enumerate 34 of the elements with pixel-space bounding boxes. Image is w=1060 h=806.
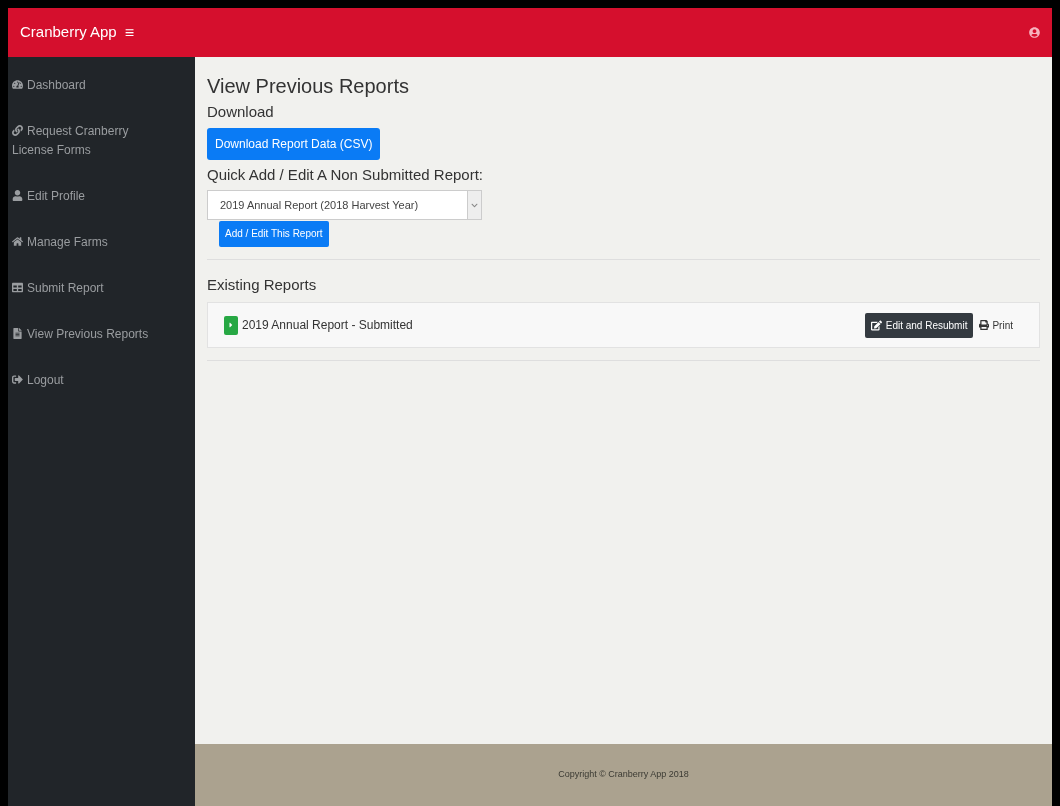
user-icon	[12, 190, 23, 201]
add-edit-button[interactable]: Add / Edit This Report	[219, 220, 329, 247]
select-value: 2019 Annual Report (2018 Harvest Year)	[220, 197, 420, 213]
sidebar-item[interactable]: Submit Report	[8, 274, 195, 303]
title: View Previous Reports	[207, 74, 410, 99]
sidebar-item[interactable]: Edit Profile	[8, 182, 195, 211]
chevron-icon	[471, 201, 478, 209]
file-icon	[12, 328, 23, 339]
brand-title[interactable]: Cranberry App	[20, 21, 117, 44]
print-link[interactable]: Print	[979, 317, 1013, 333]
quick-add-label: Quick Add / Edit A Non Submitted Report:	[207, 164, 484, 185]
edit-icon	[870, 319, 882, 331]
sidebar-item[interactable]: Request Cranberry License Forms	[8, 117, 195, 165]
user-icon[interactable]	[1029, 27, 1040, 38]
report-title: 2019 Annual Report - Submitted	[242, 317, 413, 334]
home-icon	[12, 236, 23, 247]
expand-button[interactable]	[224, 315, 238, 335]
sidebar-item[interactable]: Dashboard	[8, 71, 195, 100]
copyright-text: Copyright © Cranberry App 2018	[558, 768, 689, 782]
caret-icon	[227, 321, 235, 329]
sidebar-item[interactable]: Logout	[8, 366, 195, 395]
sidebar-item[interactable]: Manage Farms	[8, 228, 195, 257]
existing-reports-label: Existing Reports	[207, 274, 318, 295]
table-icon	[12, 282, 23, 293]
download-label: Download	[207, 102, 275, 122]
gauge-icon	[12, 79, 23, 90]
printer-icon	[979, 320, 990, 330]
edit-resubmit-button[interactable]: Edit and Resubmit	[864, 312, 974, 338]
download-button[interactable]: Download Report Data (CSV)	[207, 127, 381, 160]
sidebar-item[interactable]: View Previous Reports	[8, 320, 195, 349]
report-select[interactable]: 2019 Annual Report (2018 Harvest Year)	[207, 190, 482, 220]
link-icon	[12, 125, 23, 136]
menu-toggle[interactable]: ≡	[124, 20, 135, 45]
logout-icon	[12, 374, 23, 385]
